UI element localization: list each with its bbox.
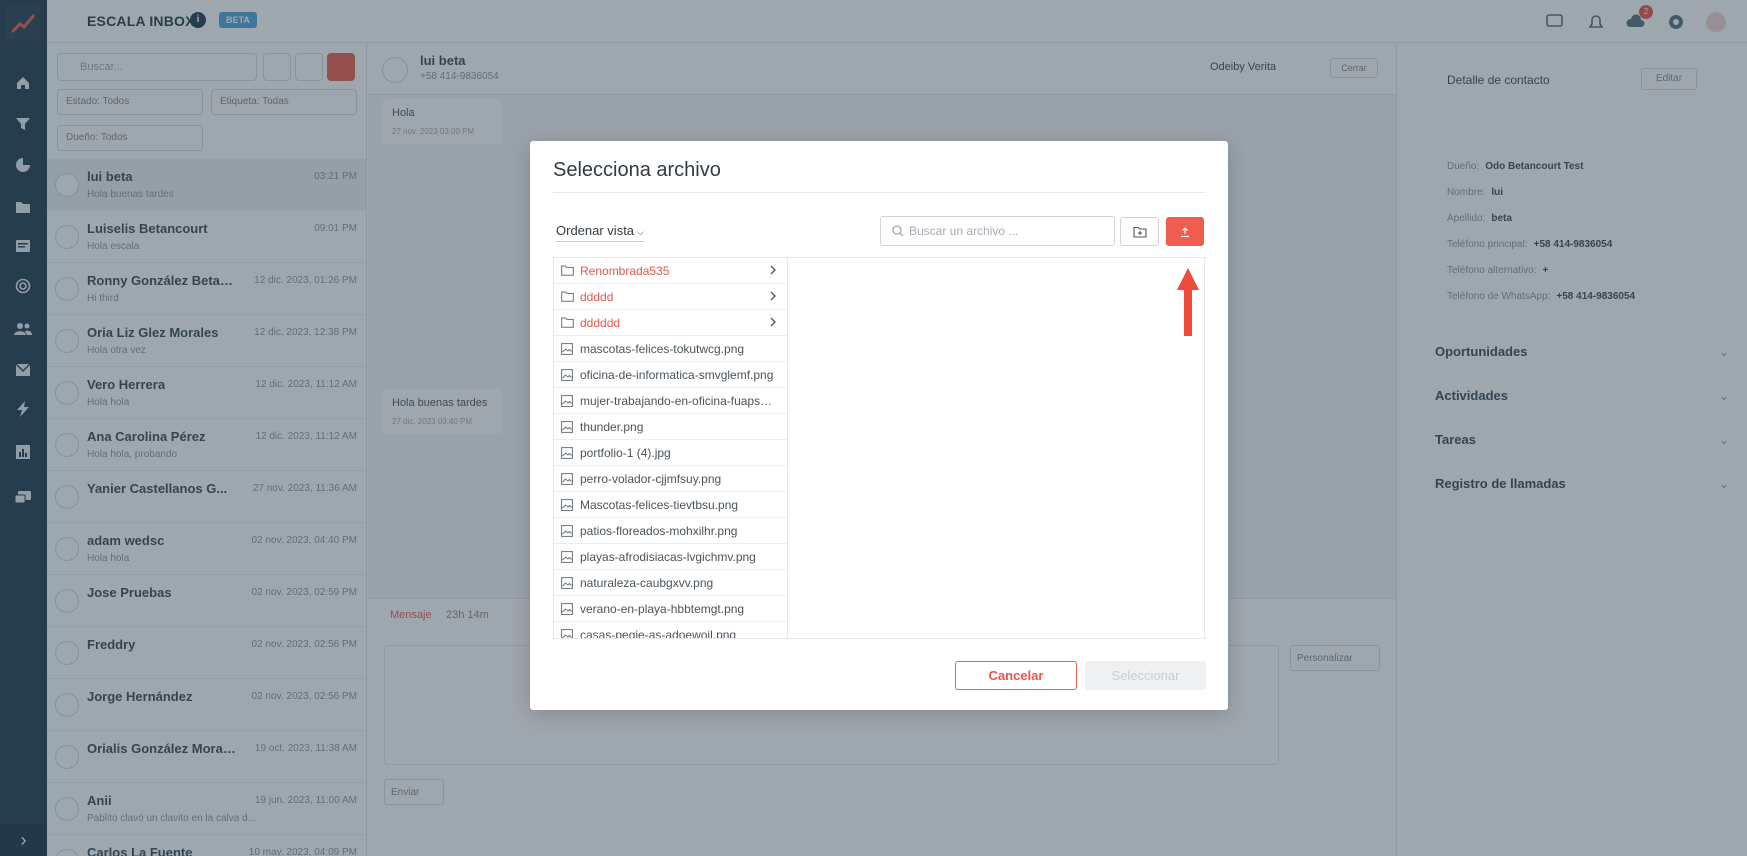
file-item[interactable]: verano-en-playa-hbbtemgt.png [554, 596, 787, 622]
upload-icon [1181, 226, 1189, 237]
image-file-icon [560, 576, 574, 590]
file-name: patios-floreados-mohxilhr.png [580, 523, 738, 538]
chevron-right-icon[interactable] [769, 316, 777, 331]
sort-view-dropdown[interactable]: Ordenar vista ⌵ [556, 223, 644, 242]
file-name: Mascotas-felices-tievtbsu.png [580, 497, 739, 512]
file-item[interactable]: casas-pegie-as-adoewoil.png [554, 622, 787, 638]
folder-plus-icon [1132, 226, 1147, 238]
folder-icon [560, 316, 574, 330]
folder-icon [560, 264, 574, 278]
search-icon [892, 225, 904, 237]
image-file-icon [560, 628, 574, 638]
image-file-icon [560, 472, 574, 486]
folder-item[interactable]: Renombrada535 [554, 258, 787, 284]
file-select-modal: Selecciona archivo Ordenar vista⌵ Renomb… [530, 141, 1228, 710]
file-search[interactable] [880, 216, 1115, 246]
file-item[interactable]: naturaleza-caubgxvv.png [554, 570, 787, 596]
file-item[interactable]: mascotas-felices-tokutwcg.png [554, 336, 787, 362]
file-item[interactable]: portfolio-1 (4).jpg [554, 440, 787, 466]
file-name: playas-afrodisiacas-lvgichmv.png [580, 549, 756, 564]
file-name: portfolio-1 (4).jpg [580, 445, 671, 460]
file-browser: Renombrada535 ddddd dddddd mascotas-felices… [553, 257, 1205, 639]
folder-icon [560, 290, 574, 304]
image-file-icon [560, 602, 574, 616]
file-item[interactable]: perro-volador-cjjmfsuy.png [554, 466, 787, 492]
image-file-icon [560, 446, 574, 460]
chevron-right-icon[interactable] [769, 290, 777, 305]
select-button[interactable]: Seleccionar [1085, 661, 1206, 690]
file-item[interactable]: thunder.png [554, 414, 787, 440]
folder-name: dddddd [580, 315, 621, 330]
file-name: oficina-de-informatica-smvglemf.png [580, 367, 774, 382]
file-name: perro-volador-cjjmfsuy.png [580, 471, 722, 486]
chevron-right-icon[interactable] [769, 264, 777, 279]
modal-title: Selecciona archivo [553, 159, 721, 181]
file-name: verano-en-playa-hbbtemgt.png [580, 601, 745, 616]
file-name: mujer-trabajando-en-oficina-fuapsotv.png [580, 393, 775, 408]
folder-item[interactable]: dddddd [554, 310, 787, 336]
folder-name: ddddd [580, 289, 614, 304]
upload-button[interactable] [1166, 217, 1204, 246]
folder-name: Renombrada535 [580, 263, 670, 278]
image-file-icon [560, 394, 574, 408]
file-name: thunder.png [580, 419, 644, 434]
chevron-down-icon: ⌵ [637, 227, 644, 237]
image-file-icon [560, 420, 574, 434]
image-file-icon [560, 342, 574, 356]
file-name: naturaleza-caubgxvv.png [580, 575, 714, 590]
file-name: mascotas-felices-tokutwcg.png [580, 341, 745, 356]
file-item[interactable]: playas-afrodisiacas-lvgichmv.png [554, 544, 787, 570]
divider [553, 192, 1205, 193]
image-file-icon [560, 524, 574, 538]
image-file-icon [560, 368, 574, 382]
image-file-icon [560, 498, 574, 512]
file-item[interactable]: oficina-de-informatica-smvglemf.png [554, 362, 787, 388]
file-list: Renombrada535 ddddd dddddd mascotas-felices… [554, 258, 788, 638]
new-folder-button[interactable] [1120, 217, 1159, 246]
file-name: casas-pegie-as-adoewoil.png [580, 627, 737, 639]
file-item[interactable]: mujer-trabajando-en-oficina-fuapsotv.png [554, 388, 787, 414]
file-item[interactable]: patios-floreados-mohxilhr.png [554, 518, 787, 544]
file-search-input[interactable] [909, 218, 1109, 244]
cancel-button[interactable]: Cancelar [955, 661, 1077, 690]
file-item[interactable]: Mascotas-felices-tievtbsu.png [554, 492, 787, 518]
image-file-icon [560, 550, 574, 564]
folder-item[interactable]: ddddd [554, 284, 787, 310]
